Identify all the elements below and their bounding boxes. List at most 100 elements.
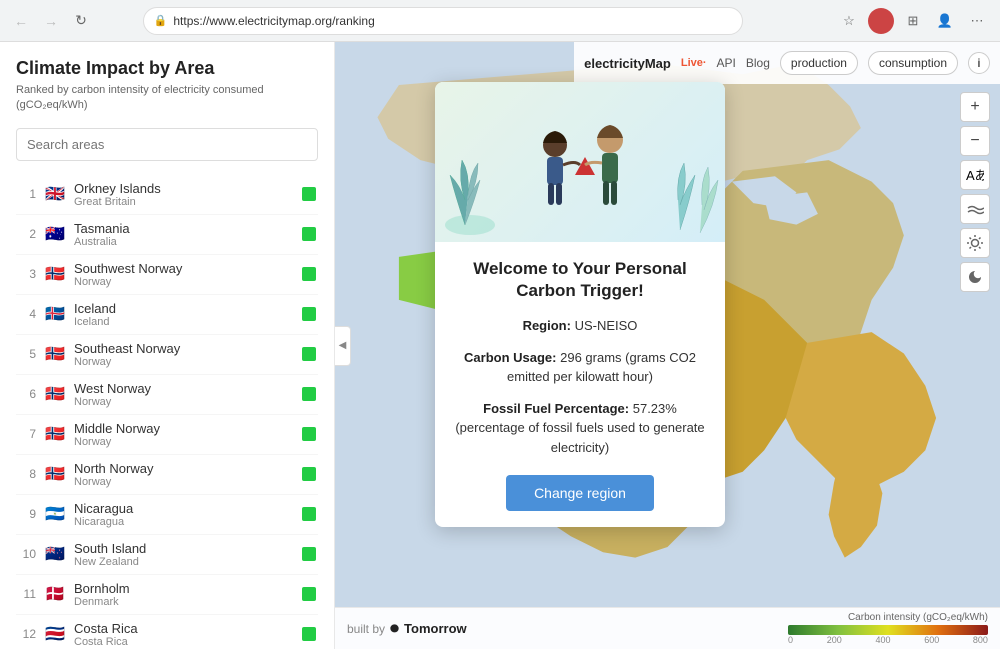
rank-number: 12	[18, 627, 36, 641]
area-info: Southeast Norway Norway	[74, 341, 294, 368]
legend-ticks: 0 200 400 600 800	[788, 635, 988, 645]
production-btn[interactable]: production	[780, 51, 858, 75]
area-name: Costa Rica	[74, 621, 294, 636]
rank-number: 6	[18, 387, 36, 401]
area-info: Nicaragua Nicaragua	[74, 501, 294, 528]
country-flag: 🇳🇴	[44, 386, 66, 402]
carbon-legend: Carbon intensity (gCO₂eq/kWh) 0 200 400 …	[788, 612, 988, 645]
country-flag: 🇮🇸	[44, 306, 66, 322]
live-badge: Live·	[681, 57, 707, 69]
legend-bar	[788, 625, 988, 635]
top-bar: electricityMap Live· API Blog production…	[574, 42, 1000, 84]
list-item[interactable]: 9 🇳🇮 Nicaragua Nicaragua	[16, 495, 318, 535]
country-flag: 🇩🇰	[44, 586, 66, 602]
night-button[interactable]	[960, 262, 990, 292]
carbon-indicator	[302, 387, 316, 401]
carbon-indicator	[302, 307, 316, 321]
country-flag: 🇳🇴	[44, 466, 66, 482]
browser-chrome: ← → ↻ 🔒 https://www.electricitymap.org/r…	[0, 0, 1000, 42]
rank-number: 7	[18, 427, 36, 441]
rank-number: 3	[18, 267, 36, 281]
area-country: Norway	[74, 396, 294, 408]
list-item[interactable]: 5 🇳🇴 Southeast Norway Norway	[16, 335, 318, 375]
area-name: Middle Norway	[74, 421, 294, 436]
carbon-indicator	[302, 547, 316, 561]
translate-button[interactable]: Aあ	[960, 160, 990, 190]
built-by-label: built by	[347, 622, 385, 636]
forward-button[interactable]: →	[40, 10, 62, 32]
modal-overlay: Welcome to Your Personal Carbon Trigger!…	[435, 82, 725, 527]
area-country: Norway	[74, 356, 294, 368]
area-country: Great Britain	[74, 196, 294, 208]
list-item[interactable]: 6 🇳🇴 West Norway Norway	[16, 375, 318, 415]
area-info: West Norway Norway	[74, 381, 294, 408]
carbon-indicator	[302, 587, 316, 601]
zoom-out-button[interactable]: −	[960, 126, 990, 156]
area-info: Middle Norway Norway	[74, 421, 294, 448]
rank-number: 10	[18, 547, 36, 561]
map-container[interactable]: electricityMap Live· API Blog production…	[335, 42, 1000, 649]
menu-button[interactable]: ⋯	[964, 8, 990, 34]
modal-body: Welcome to Your Personal Carbon Trigger!…	[435, 242, 725, 527]
area-info: Orkney Islands Great Britain	[74, 181, 294, 208]
wind-button[interactable]	[960, 194, 990, 224]
list-item[interactable]: 11 🇩🇰 Bornholm Denmark	[16, 575, 318, 615]
area-info: Tasmania Australia	[74, 221, 294, 248]
info-button[interactable]: i	[968, 52, 990, 74]
carbon-indicator	[302, 187, 316, 201]
search-input[interactable]	[16, 128, 318, 161]
carbon-indicator	[302, 267, 316, 281]
area-country: Australia	[74, 236, 294, 248]
country-flag: 🇳🇮	[44, 506, 66, 522]
ranking-list: 1 🇬🇧 Orkney Islands Great Britain 2 🇦🇺 T…	[16, 175, 318, 649]
api-link[interactable]: API	[717, 56, 736, 70]
modal-carbon: Carbon Usage: 296 grams (grams CO2 emitt…	[455, 348, 705, 387]
country-flag: 🇳🇴	[44, 426, 66, 442]
sidebar-toggle[interactable]: ◀	[335, 326, 351, 366]
area-country: Nicaragua	[74, 516, 294, 528]
area-country: Costa Rica	[74, 636, 294, 648]
list-item[interactable]: 3 🇳🇴 Southwest Norway Norway	[16, 255, 318, 295]
area-country: New Zealand	[74, 556, 294, 568]
profile-button[interactable]: 👤	[932, 8, 958, 34]
list-item[interactable]: 7 🇳🇴 Middle Norway Norway	[16, 415, 318, 455]
area-info: Southwest Norway Norway	[74, 261, 294, 288]
list-item[interactable]: 4 🇮🇸 Iceland Iceland	[16, 295, 318, 335]
user-avatar[interactable]	[868, 8, 894, 34]
back-button[interactable]: ←	[10, 10, 32, 32]
list-item[interactable]: 10 🇳🇿 South Island New Zealand	[16, 535, 318, 575]
list-item[interactable]: 8 🇳🇴 North Norway Norway	[16, 455, 318, 495]
country-flag: 🇬🇧	[44, 186, 66, 202]
modal-title: Welcome to Your Personal Carbon Trigger!	[455, 258, 705, 302]
area-name: Tasmania	[74, 221, 294, 236]
change-region-button[interactable]: Change region	[506, 475, 654, 511]
extensions-button[interactable]: ⊞	[900, 8, 926, 34]
list-item[interactable]: 12 🇨🇷 Costa Rica Costa Rica	[16, 615, 318, 649]
consumption-btn[interactable]: consumption	[868, 51, 958, 75]
blog-link[interactable]: Blog	[746, 56, 770, 70]
area-name: Southwest Norway	[74, 261, 294, 276]
area-name: Orkney Islands	[74, 181, 294, 196]
area-name: Iceland	[74, 301, 294, 316]
url-text: https://www.electricitymap.org/ranking	[173, 14, 374, 28]
area-info: South Island New Zealand	[74, 541, 294, 568]
svg-text:Aあ: Aあ	[966, 168, 984, 183]
list-item[interactable]: 1 🇬🇧 Orkney Islands Great Britain	[16, 175, 318, 215]
area-info: Iceland Iceland	[74, 301, 294, 328]
area-name: West Norway	[74, 381, 294, 396]
country-flag: 🇨🇷	[44, 626, 66, 642]
modal-illustration	[435, 82, 725, 242]
modal-fossil-label: Fossil Fuel Percentage:	[483, 401, 629, 416]
bookmark-button[interactable]: ☆	[836, 8, 862, 34]
list-item[interactable]: 2 🇦🇺 Tasmania Australia	[16, 215, 318, 255]
area-info: North Norway Norway	[74, 461, 294, 488]
zoom-in-button[interactable]: +	[960, 92, 990, 122]
address-bar[interactable]: 🔒 https://www.electricitymap.org/ranking	[143, 7, 743, 35]
carbon-indicator	[302, 427, 316, 441]
rank-number: 2	[18, 227, 36, 241]
area-name: Bornholm	[74, 581, 294, 596]
sun-button[interactable]	[960, 228, 990, 258]
refresh-button[interactable]: ↻	[70, 10, 92, 32]
rank-number: 11	[18, 587, 36, 601]
rank-number: 9	[18, 507, 36, 521]
